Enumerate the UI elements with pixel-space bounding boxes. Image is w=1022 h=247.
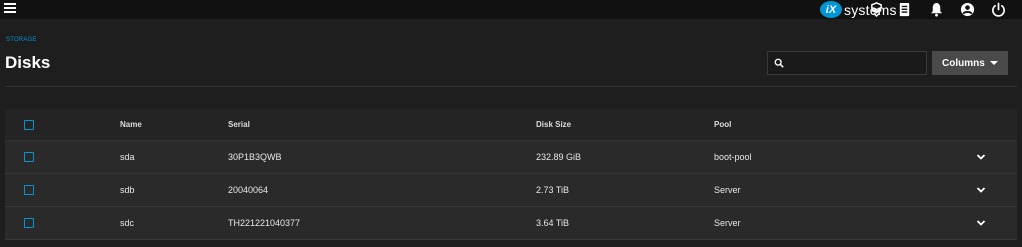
column-header-name[interactable]: Name [120, 109, 142, 140]
row-checkbox[interactable] [24, 152, 34, 162]
cell-name: sdb [120, 185, 135, 195]
column-header-serial[interactable]: Serial [228, 109, 250, 140]
cell-name: sdc [120, 218, 135, 228]
column-header-pool[interactable]: Pool [714, 109, 731, 140]
select-all-checkbox[interactable] [24, 119, 34, 130]
column-header-disk-size[interactable]: Disk Size [536, 109, 571, 140]
columns-button[interactable]: Columns [932, 51, 1008, 75]
cell-serial: 30P1B3QWB [228, 152, 282, 162]
search-input[interactable] [790, 55, 920, 71]
expand-chevron-icon[interactable] [976, 185, 986, 195]
cell-pool: Server [714, 185, 741, 195]
row-checkbox[interactable] [24, 218, 34, 228]
top-toolbar: iX systems [0, 0, 1022, 19]
table-row[interactable]: sdc TH221221040377 3.64 TiB Server [5, 207, 1017, 240]
table-header: Name Serial Disk Size Pool [5, 109, 1017, 141]
cell-pool: boot-pool [714, 152, 752, 162]
cell-disk-size: 3.64 TiB [536, 218, 570, 228]
table-row[interactable]: sdb 20040064 2.73 TiB Server [5, 174, 1017, 207]
table-row[interactable]: sda 30P1B3QWB 232.89 GiB boot-pool [5, 141, 1017, 174]
cell-disk-size: 2.73 TiB [536, 185, 570, 195]
brand-mark: iX [820, 1, 842, 18]
cell-pool: Server [714, 218, 741, 228]
power-icon[interactable] [991, 2, 1006, 17]
expand-chevron-icon[interactable] [976, 218, 986, 228]
columns-button-label: Columns [942, 57, 985, 69]
disks-table: Name Serial Disk Size Pool sda 30P1B3QWB… [5, 109, 1017, 240]
truecommand-icon[interactable] [869, 2, 884, 17]
cell-disk-size: 232.89 GiB [536, 152, 582, 162]
page-title: Disks [5, 53, 51, 72]
menu-icon[interactable] [4, 1, 18, 15]
cell-serial: 20040064 [228, 185, 269, 195]
breadcrumb[interactable]: STORAGE [6, 37, 37, 43]
divider [5, 86, 1017, 87]
search-field[interactable] [767, 51, 927, 75]
cell-serial: TH221221040377 [228, 218, 301, 228]
expand-chevron-icon[interactable] [976, 152, 986, 162]
task-manager-icon[interactable] [897, 2, 912, 17]
search-icon [774, 58, 784, 68]
notifications-icon[interactable] [929, 2, 944, 17]
row-checkbox[interactable] [24, 185, 34, 195]
chevron-down-icon [990, 61, 998, 65]
account-icon[interactable] [960, 2, 975, 17]
cell-name: sda [120, 152, 135, 162]
